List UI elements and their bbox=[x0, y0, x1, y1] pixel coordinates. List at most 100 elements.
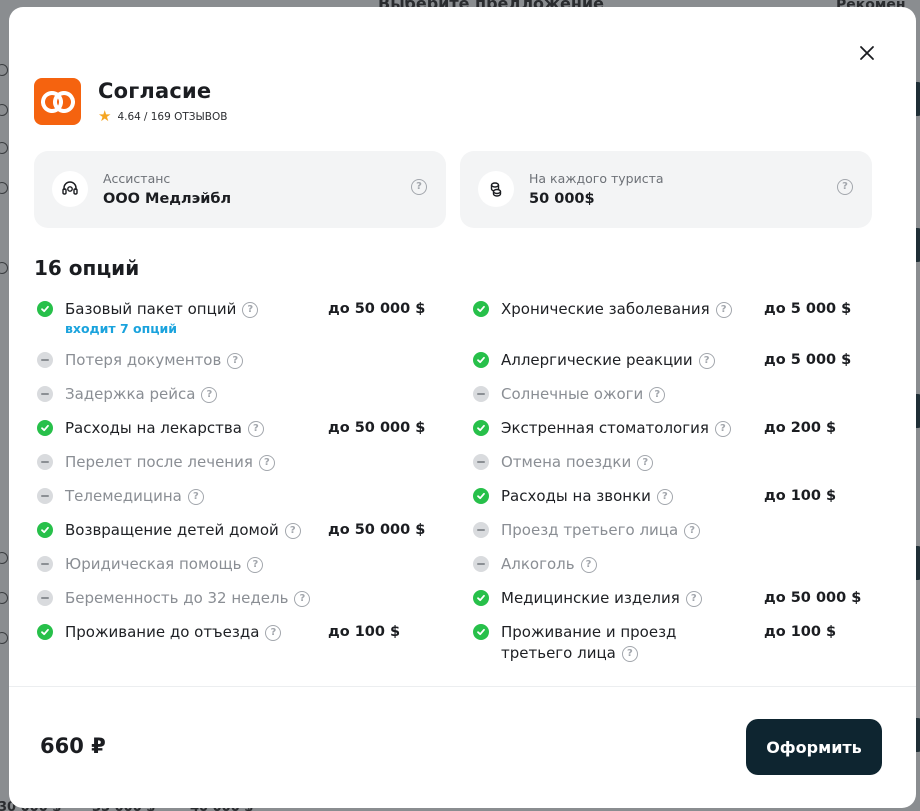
assistance-card: Ассистанс ООО Медлэйбл ? bbox=[34, 151, 446, 228]
option-name: Возвращение детей домой? bbox=[65, 521, 301, 539]
option-item: Хронические заболевания? до 5 000 $ bbox=[471, 300, 901, 320]
help-icon[interactable]: ? bbox=[714, 420, 731, 437]
help-icon[interactable]: ? bbox=[411, 179, 427, 195]
help-icon[interactable]: ? bbox=[837, 179, 853, 195]
option-item: Базовый пакет опций? до 50 000 $ входит … bbox=[35, 300, 465, 340]
option-item: Задержка рейса? bbox=[35, 385, 465, 405]
option-name: Перелет после лечения? bbox=[65, 453, 275, 471]
option-limit: до 50 000 $ bbox=[328, 522, 426, 538]
check-icon bbox=[473, 590, 489, 606]
minus-icon bbox=[473, 522, 489, 538]
included-options-link[interactable]: входит 7 опций bbox=[65, 321, 177, 336]
per-tourist-card: На каждого туриста 50 000$ ? bbox=[460, 151, 872, 228]
background-radio bbox=[0, 262, 8, 274]
minus-icon bbox=[37, 352, 53, 368]
option-item: Расходы на лекарства? до 50 000 $ bbox=[35, 419, 465, 439]
check-icon bbox=[473, 420, 489, 436]
option-limit: до 100 $ bbox=[764, 624, 837, 640]
help-icon[interactable]: ? bbox=[637, 454, 654, 471]
help-icon[interactable]: ? bbox=[247, 420, 264, 437]
option-name: Потеря документов? bbox=[65, 351, 244, 369]
star-icon: ★ bbox=[98, 107, 112, 125]
option-limit: до 100 $ bbox=[328, 624, 401, 640]
footer-divider bbox=[9, 686, 916, 687]
minus-icon bbox=[473, 386, 489, 402]
check-icon bbox=[473, 352, 489, 368]
help-icon[interactable]: ? bbox=[284, 522, 301, 539]
option-limit: до 5 000 $ bbox=[764, 352, 852, 368]
minus-icon bbox=[37, 556, 53, 572]
close-icon bbox=[860, 46, 874, 60]
option-name: Аллергические реакции? bbox=[501, 351, 715, 369]
reviews-count[interactable]: / 169 отзывов bbox=[144, 111, 228, 123]
help-icon[interactable]: ? bbox=[621, 645, 638, 662]
per-tourist-value: 50 000$ bbox=[529, 191, 595, 207]
check-icon bbox=[473, 301, 489, 317]
option-item: Медицинские изделия? до 50 000 $ bbox=[471, 589, 901, 609]
check-icon bbox=[37, 420, 53, 436]
coins-icon bbox=[490, 182, 502, 197]
option-name: Проживание и проезд третьего лица? bbox=[501, 623, 677, 662]
option-name: Проезд третьего лица? bbox=[501, 521, 701, 539]
check-icon bbox=[473, 488, 489, 504]
help-icon[interactable]: ? bbox=[247, 556, 264, 573]
insurance-details-modal: Согласие ★ 4.64 / 169 отзывов Ассистанс … bbox=[9, 7, 916, 808]
company-logo bbox=[34, 78, 81, 125]
option-name: Экстренная стоматология? bbox=[501, 419, 731, 437]
option-item: Перелет после лечения? bbox=[35, 453, 465, 473]
rating-row: ★ 4.64 / 169 отзывов bbox=[98, 109, 227, 124]
help-icon[interactable]: ? bbox=[684, 522, 701, 539]
option-name: Алкоголь? bbox=[501, 555, 597, 573]
background-radio bbox=[0, 632, 8, 644]
coins-icon-wrap bbox=[478, 171, 514, 207]
help-icon[interactable]: ? bbox=[265, 624, 282, 641]
per-tourist-label: На каждого туриста bbox=[529, 171, 664, 186]
close-button[interactable] bbox=[855, 41, 879, 65]
help-icon[interactable]: ? bbox=[698, 352, 715, 369]
background-radio bbox=[0, 142, 8, 154]
help-icon[interactable]: ? bbox=[242, 301, 259, 318]
background-radio bbox=[0, 104, 8, 116]
option-item: Алкоголь? bbox=[471, 555, 901, 575]
option-name: Юридическая помощь? bbox=[65, 555, 264, 573]
option-name: Солнечные ожоги? bbox=[501, 385, 666, 403]
minus-icon bbox=[37, 590, 53, 606]
help-icon[interactable]: ? bbox=[649, 386, 666, 403]
soglasie-logo-icon bbox=[40, 90, 75, 113]
option-limit: до 100 $ bbox=[764, 488, 837, 504]
headset-icon bbox=[62, 181, 78, 195]
option-item: Проезд третьего лица? bbox=[471, 521, 901, 541]
option-name: Хронические заболевания? bbox=[501, 300, 732, 318]
option-name: Медицинские изделия? bbox=[501, 589, 702, 607]
help-icon[interactable]: ? bbox=[187, 488, 204, 505]
option-limit: до 50 000 $ bbox=[764, 590, 862, 606]
option-name: Беременность до 32 недель? bbox=[65, 589, 311, 607]
minus-icon bbox=[37, 488, 53, 504]
minus-icon bbox=[473, 454, 489, 470]
help-icon[interactable]: ? bbox=[227, 352, 244, 369]
help-icon[interactable]: ? bbox=[294, 590, 311, 607]
option-item: Расходы на звонки? до 100 $ bbox=[471, 487, 901, 507]
option-item: Телемедицина? bbox=[35, 487, 465, 507]
option-limit: до 50 000 $ bbox=[328, 301, 426, 317]
help-icon[interactable]: ? bbox=[715, 301, 732, 318]
help-icon[interactable]: ? bbox=[201, 386, 218, 403]
option-item: Проживание до отъезда? до 100 $ bbox=[35, 623, 465, 643]
help-icon[interactable]: ? bbox=[656, 488, 673, 505]
option-name: Задержка рейса? bbox=[65, 385, 218, 403]
help-icon[interactable]: ? bbox=[685, 590, 702, 607]
option-limit: до 5 000 $ bbox=[764, 301, 852, 317]
help-icon[interactable]: ? bbox=[258, 454, 275, 471]
order-button[interactable]: Оформить bbox=[746, 719, 882, 775]
option-item: Потеря документов? bbox=[35, 351, 465, 371]
help-icon[interactable]: ? bbox=[580, 556, 597, 573]
option-name: Расходы на звонки? bbox=[501, 487, 673, 505]
option-name: Отмена поездки? bbox=[501, 453, 654, 471]
total-price: 660 ₽ bbox=[40, 734, 106, 758]
check-icon bbox=[37, 301, 53, 317]
check-icon bbox=[37, 624, 53, 640]
background-radio bbox=[0, 552, 8, 564]
option-name: Базовый пакет опций? bbox=[65, 300, 259, 318]
option-item: Аллергические реакции? до 5 000 $ bbox=[471, 351, 901, 371]
check-icon bbox=[37, 522, 53, 538]
